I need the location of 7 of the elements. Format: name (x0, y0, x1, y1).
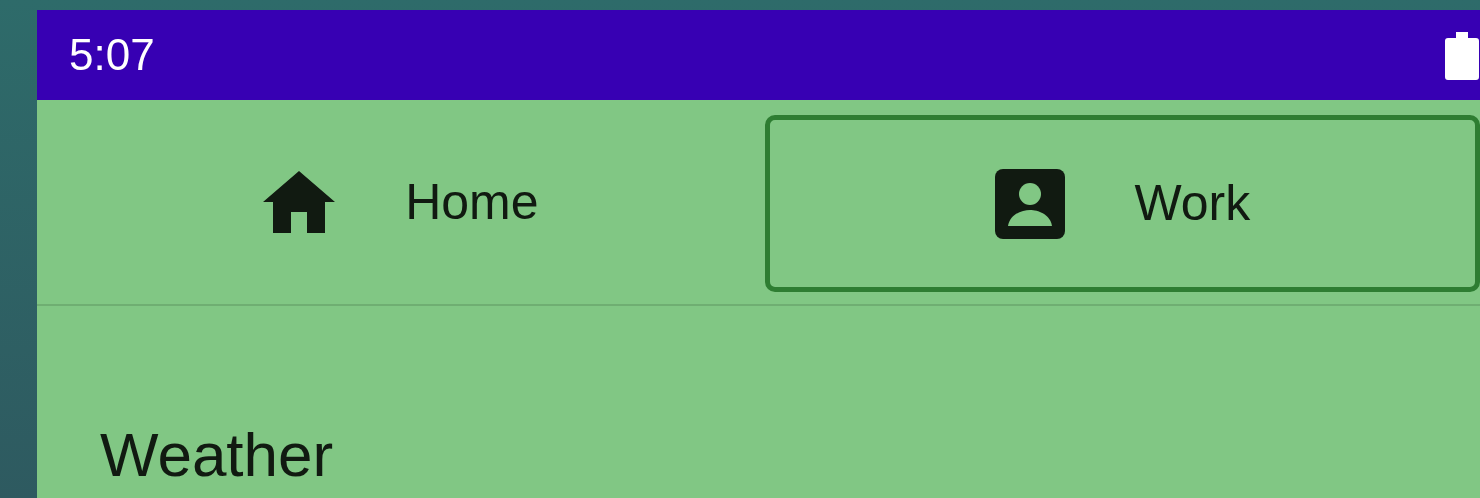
battery-icon (1444, 30, 1480, 80)
tab[interactable]: Work (764, 115, 1480, 292)
account-box-icon (994, 168, 1065, 239)
home-icon (263, 171, 336, 233)
tab[interactable]: Home (37, 115, 765, 289)
status-time: 5:07 (69, 33, 155, 77)
section-heading: Weather (100, 420, 334, 489)
